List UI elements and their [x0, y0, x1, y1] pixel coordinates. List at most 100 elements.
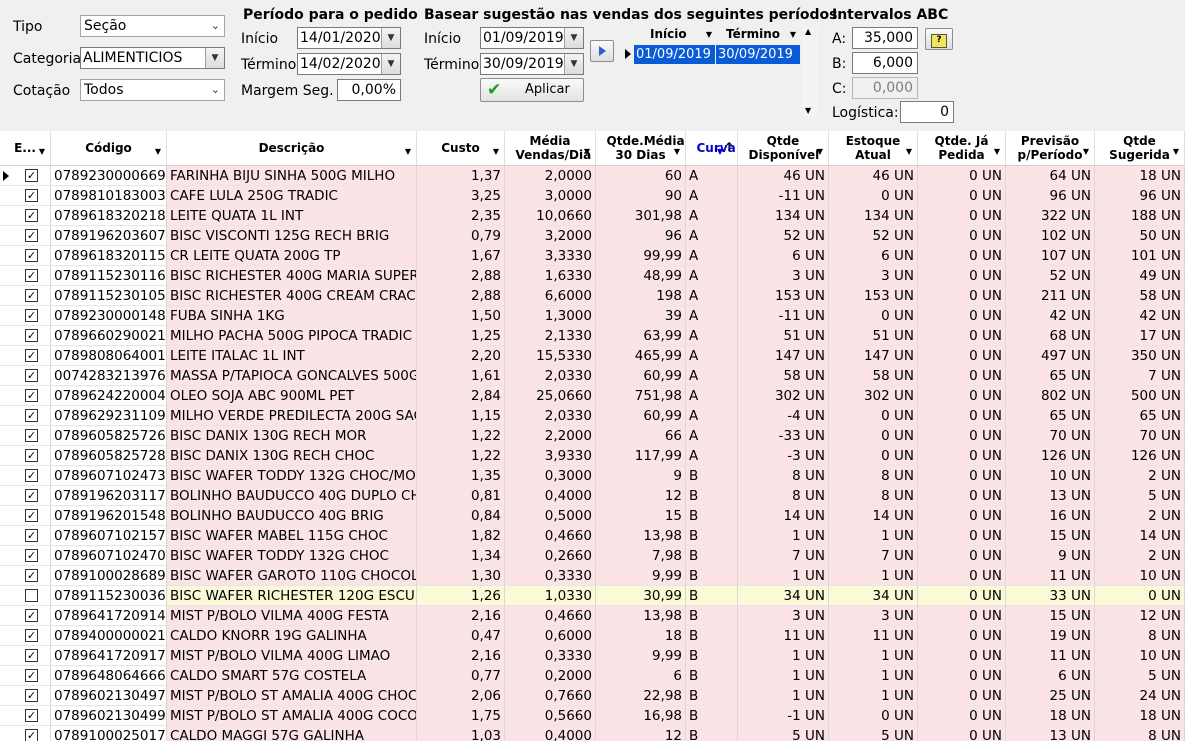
period-list-header-inicio[interactable]: Início ▼ — [634, 25, 716, 44]
cell-ativo[interactable]: ✓ — [0, 446, 51, 466]
cell-ativo[interactable]: ✓ — [0, 206, 51, 226]
base-inicio-date[interactable]: 01/09/2019 ▼ — [480, 27, 584, 49]
row-checkbox[interactable]: ✓ — [25, 309, 38, 322]
dropdown-arrow-icon[interactable]: ▼ — [1083, 145, 1089, 159]
base-termino-date[interactable]: 30/09/2019 ▼ — [480, 53, 584, 75]
table-row[interactable]: ✓ 07896058257267 BISC DANIX 130G RECH MOR 1… — [0, 426, 1185, 446]
row-checkbox[interactable] — [25, 589, 38, 602]
cell-ativo[interactable]: ✓ — [0, 706, 51, 726]
row-checkbox[interactable]: ✓ — [25, 289, 38, 302]
table-row[interactable]: ✓ 07896292311091 MILHO VERDE PREDILECTA 20… — [0, 406, 1185, 426]
row-checkbox[interactable]: ✓ — [25, 269, 38, 282]
table-row[interactable]: ✓ 07896071021579 BISC WAFER MABEL 115G CHO… — [0, 526, 1185, 546]
row-checkbox[interactable]: ✓ — [25, 209, 38, 222]
row-checkbox[interactable]: ✓ — [25, 189, 38, 202]
period-list-header-termino[interactable]: Término ▼ — [716, 25, 800, 44]
row-checkbox[interactable]: ✓ — [25, 229, 38, 242]
dropdown-arrow-icon[interactable]: ▼ — [717, 145, 723, 159]
cell-ativo[interactable]: ✓ — [0, 726, 51, 741]
column-header-codigo[interactable]: Código ▼ — [51, 131, 167, 165]
dropdown-arrow-icon[interactable]: ▼ — [994, 145, 1000, 159]
period-list-scrollbar[interactable]: ▲ ▼ — [802, 25, 818, 117]
row-checkbox[interactable]: ✓ — [25, 429, 38, 442]
row-checkbox[interactable]: ✓ — [25, 569, 38, 582]
abc-b-input[interactable]: 6,000 — [852, 52, 918, 74]
row-checkbox[interactable]: ✓ — [25, 169, 38, 182]
cell-ativo[interactable]: ✓ — [0, 646, 51, 666]
dropdown-arrow-icon[interactable]: ▼ — [493, 145, 499, 159]
row-checkbox[interactable]: ✓ — [25, 349, 38, 362]
column-header-estoque-atual[interactable]: Estoque Atual ▼ — [829, 131, 918, 165]
cell-ativo[interactable]: ✓ — [0, 486, 51, 506]
cell-ativo[interactable]: ✓ — [0, 226, 51, 246]
dropdown-arrow-icon[interactable]: ▼ — [405, 145, 411, 159]
row-checkbox[interactable]: ✓ — [25, 369, 38, 382]
cell-ativo[interactable]: ✓ — [0, 386, 51, 406]
column-header-previsao[interactable]: Previsão p/Período ▼ — [1006, 131, 1095, 165]
row-checkbox[interactable]: ✓ — [25, 529, 38, 542]
dropdown-arrow-icon[interactable]: ▼ — [564, 28, 583, 48]
cell-ativo[interactable]: ✓ — [0, 346, 51, 366]
column-header-ativo[interactable]: E... ▼ — [0, 131, 51, 165]
table-row[interactable]: ✓ 07896242200048 OLEO SOJA ABC 900ML PET 2,… — [0, 386, 1185, 406]
table-row[interactable]: ✓ 07896071024709 BISC WAFER TODDY 132G CHO… — [0, 546, 1185, 566]
row-checkbox[interactable]: ✓ — [25, 609, 38, 622]
cell-ativo[interactable]: ✓ — [0, 186, 51, 206]
table-row[interactable]: ✓ 07894000000213 CALDO KNORR 19G GALINHA 0,… — [0, 626, 1185, 646]
table-row[interactable]: ✓ 07896021304974 MIST P/BOLO ST AMALIA 400… — [0, 686, 1185, 706]
cell-ativo[interactable]: ✓ — [0, 546, 51, 566]
categoria-combo[interactable]: ALIMENTICIOS ▼ — [80, 47, 225, 69]
cell-ativo[interactable]: ✓ — [0, 526, 51, 546]
column-header-qtde-sugerida[interactable]: Qtde Sugerida ▼ — [1095, 131, 1185, 165]
dropdown-arrow-icon[interactable]: ▼ — [584, 145, 590, 159]
table-row[interactable]: ✓ 07896183201159 CR LEITE QUATA 200G TP 1,6… — [0, 246, 1185, 266]
cell-ativo[interactable]: ✓ — [0, 466, 51, 486]
add-period-button[interactable] — [590, 40, 614, 62]
cell-ativo[interactable]: ✓ — [0, 166, 51, 186]
table-row[interactable]: 07891152300369 BISC WAFER RICHESTER 120G … — [0, 586, 1185, 606]
table-row[interactable]: ✓ 07891962036076 BISC VISCONTI 125G RECH B… — [0, 226, 1185, 246]
table-row[interactable]: ✓ 07896480646660 CALDO SMART 57G COSTELA 0,… — [0, 666, 1185, 686]
table-row[interactable]: ✓ 07891000286890 BISC WAFER GAROTO 110G CH… — [0, 566, 1185, 586]
periodo-termino-date[interactable]: 14/02/2020 ▼ — [297, 53, 401, 75]
cell-ativo[interactable]: ✓ — [0, 566, 51, 586]
cell-ativo[interactable]: ✓ — [0, 626, 51, 646]
scroll-up-icon[interactable]: ▲ — [805, 27, 811, 36]
dropdown-arrow-icon[interactable]: ▼ — [906, 145, 912, 159]
row-checkbox[interactable]: ✓ — [25, 549, 38, 562]
cell-ativo[interactable]: ✓ — [0, 306, 51, 326]
dropdown-arrow-icon[interactable]: ▼ — [674, 145, 680, 159]
table-row[interactable]: ✓ 07896417209173 MIST P/BOLO VILMA 400G LI… — [0, 646, 1185, 666]
table-row[interactable]: ✓ 07891000250174 CALDO MAGGI 57G GALINHA 1,… — [0, 726, 1185, 741]
row-checkbox[interactable]: ✓ — [25, 409, 38, 422]
row-checkbox[interactable]: ✓ — [25, 729, 38, 741]
table-row[interactable]: ✓ 07896058257281 BISC DANIX 130G RECH CHOC… — [0, 446, 1185, 466]
row-checkbox[interactable]: ✓ — [25, 469, 38, 482]
column-header-curva[interactable]: Curva ↑ ▼ — [686, 131, 738, 165]
column-header-media-vendas[interactable]: Média Vendas/Dia ▼ — [505, 131, 596, 165]
abc-a-input[interactable]: 35,000 — [852, 27, 918, 49]
cell-ativo[interactable]: ✓ — [0, 366, 51, 386]
table-row[interactable]: ✓ 07896417209142 MIST P/BOLO VILMA 400G FE… — [0, 606, 1185, 626]
dropdown-arrow-icon[interactable]: ▼ — [381, 54, 400, 74]
periodo-inicio-date[interactable]: 14/01/2020 ▼ — [297, 27, 401, 49]
dropdown-arrow-icon[interactable]: ▼ — [564, 54, 583, 74]
row-checkbox[interactable]: ✓ — [25, 249, 38, 262]
row-checkbox[interactable]: ✓ — [25, 509, 38, 522]
period-list-cell-termino[interactable]: 30/09/2019 — [716, 45, 800, 64]
dropdown-arrow-icon[interactable]: ▼ — [205, 48, 224, 68]
table-row[interactable]: ✓ 07896071024730 BISC WAFER TODDY 132G CHO… — [0, 466, 1185, 486]
table-row[interactable]: ✓ 07896602900212 MILHO PACHA 500G PIPOCA T… — [0, 326, 1185, 346]
cell-ativo[interactable]: ✓ — [0, 266, 51, 286]
products-grid[interactable]: E... ▼ Código ▼ Descrição ▼ Custo ▼ Média Vendas… — [0, 131, 1185, 741]
table-row[interactable]: ✓ 00742832139762 MASSA P/TAPIOCA GONCALVES… — [0, 366, 1185, 386]
dropdown-arrow-icon[interactable]: ▼ — [39, 145, 45, 159]
cell-ativo[interactable]: ✓ — [0, 426, 51, 446]
table-row[interactable]: ✓ 07891152301052 BISC RICHESTER 400G CREAM… — [0, 286, 1185, 306]
column-header-qtde-pedida[interactable]: Qtde. Já Pedida ▼ — [918, 131, 1006, 165]
dropdown-arrow-icon[interactable]: ▼ — [817, 145, 823, 159]
period-list-cell-inicio[interactable]: 01/09/2019 — [634, 45, 715, 64]
period-list[interactable]: Início ▼ Término ▼ 01/09/2019 30/09/2019 — [620, 25, 820, 117]
row-checkbox[interactable]: ✓ — [25, 449, 38, 462]
logistica-input[interactable]: 0 — [900, 101, 954, 123]
